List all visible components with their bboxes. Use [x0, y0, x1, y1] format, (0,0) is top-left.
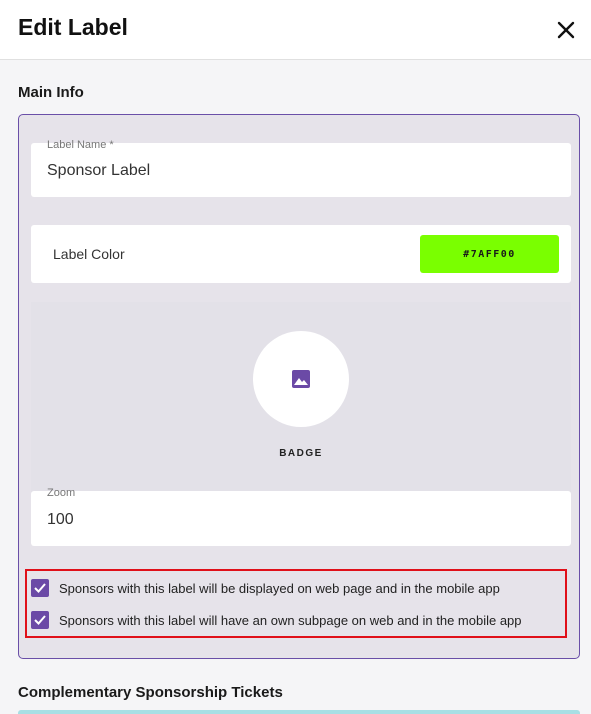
display-checkbox[interactable] — [31, 579, 49, 597]
label-color-value: #7AFF00 — [463, 248, 516, 260]
image-icon — [292, 370, 310, 388]
badge-upload-button[interactable] — [253, 331, 349, 427]
dialog-title: Edit Label — [18, 14, 128, 40]
subpage-checkbox-label: Sponsors with this label will have an ow… — [59, 612, 522, 628]
zoom-value: 100 — [47, 511, 74, 528]
checkbox-row-subpage[interactable]: Sponsors with this label will have an ow… — [31, 609, 522, 631]
label-name-field[interactable]: Label Name * Sponsor Label — [31, 139, 571, 197]
checkmark-icon — [34, 615, 46, 625]
badge-label: BADGE — [279, 448, 323, 459]
dialog-header: Edit Label — [0, 0, 591, 60]
label-color-label: Label Color — [53, 246, 125, 262]
label-color-swatch-button[interactable]: #7AFF00 — [420, 235, 559, 273]
section-title-complementary: Complementary Sponsorship Tickets — [18, 684, 283, 701]
label-name-label: Label Name * — [47, 139, 114, 151]
label-color-row: Label Color #7AFF00 — [31, 225, 571, 283]
checkbox-highlight-box: Sponsors with this label will be display… — [25, 569, 567, 638]
zoom-field[interactable]: Zoom 100 — [31, 487, 571, 546]
close-icon — [557, 21, 575, 39]
subpage-checkbox[interactable] — [31, 611, 49, 629]
display-checkbox-label: Sponsors with this label will be display… — [59, 580, 500, 596]
next-section-edge — [18, 710, 580, 714]
close-button[interactable] — [552, 16, 580, 44]
checkbox-row-display[interactable]: Sponsors with this label will be display… — [31, 577, 500, 599]
zoom-label: Zoom — [47, 487, 76, 499]
label-name-value: Sponsor Label — [47, 162, 151, 179]
section-title-main-info: Main Info — [18, 84, 84, 101]
checkmark-icon — [34, 583, 46, 593]
badge-upload-area: BADGE — [31, 302, 571, 492]
